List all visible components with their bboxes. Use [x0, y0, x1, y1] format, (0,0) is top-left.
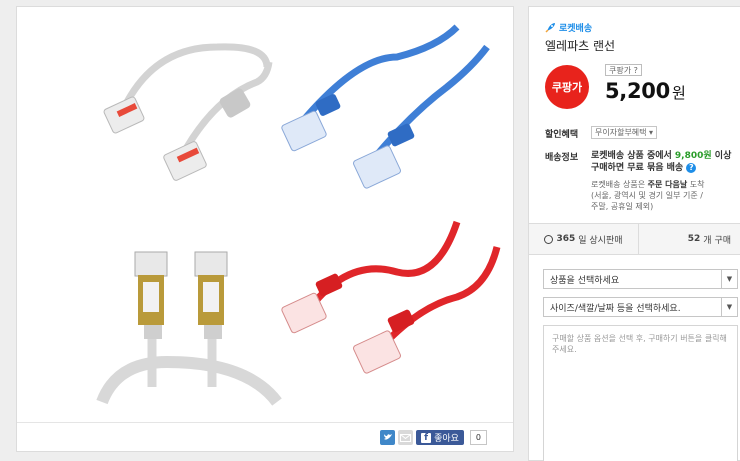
size-color-date-value: 사이즈/색깔/날짜 등을 선택하세요.: [550, 303, 681, 314]
price-currency: 원: [671, 84, 686, 102]
rocket-label: 로켓배송: [559, 24, 593, 34]
clock-icon: [544, 234, 554, 244]
like-count: 0: [469, 430, 487, 445]
selected-options-box: 구매할 상품 옵션을 선택 후, 구매하기 버튼을 클릭해주세요.: [543, 325, 738, 461]
twitter-icon: [383, 434, 392, 440]
discount-label: 할인혜택: [545, 130, 579, 140]
product-price: 5,200 원: [605, 79, 686, 103]
delivery-schedule-text: 로켓배송 상품은 주문 다음날 도착 (서울, 광역시 및 경기 일부 기준 /…: [591, 179, 739, 212]
schedule-note-1: (서울, 광역시 및 경기 일부 기준 /: [591, 191, 703, 200]
email-share-button[interactable]: [398, 430, 414, 445]
free-shipping-text: 로켓배송 상품 중에서 9,800원 이상 구매하면 무료 묶음 배송 ?: [591, 150, 740, 174]
facebook-like-button[interactable]: f 좋아요: [416, 430, 464, 445]
chevron-down-icon: ▼: [721, 270, 737, 288]
size-color-date-select[interactable]: 사이즈/색깔/날짜 등을 선택하세요. ▼: [543, 297, 738, 317]
product-info-panel: 로켓배송 엘레파츠 랜선 쿠팡가 쿠팡가 ? 5,200 원 할인혜택 무이자할부…: [528, 6, 740, 461]
mail-icon: [400, 433, 412, 442]
blue-cable-image: [281, 24, 490, 189]
product-name: 엘레파츠 랜선: [545, 39, 616, 53]
facebook-icon: f: [421, 432, 432, 443]
gray-cable-image: [103, 43, 273, 181]
red-cable-image: [281, 220, 501, 374]
purchase-count: 52: [687, 234, 701, 244]
twitter-share-button[interactable]: [380, 430, 396, 445]
purchase-count-suffix: 개 구매: [703, 235, 731, 246]
coupang-price-badge: 쿠팡가: [545, 65, 589, 109]
rocket-icon: [545, 23, 555, 33]
chevron-down-icon: ▼: [721, 298, 737, 316]
product-option-value: 상품을 선택하세요: [550, 275, 620, 286]
product-image-panel: f 좋아요 0: [16, 6, 514, 452]
purchase-count-stat: 52 개 구매: [639, 233, 740, 246]
shielded-cable-image: [96, 251, 282, 406]
sale-period-stat: 365 일 상시판매: [529, 224, 639, 254]
discount-select[interactable]: 무이자할부혜택 ▾: [591, 126, 658, 139]
rocket-delivery-badge: 로켓배송: [545, 21, 592, 34]
schedule-note-2: 주말, 공휴일 제외): [591, 202, 654, 211]
product-image[interactable]: [17, 7, 513, 419]
cable-illustration: [96, 24, 501, 406]
coupang-price-info-tag[interactable]: 쿠팡가 ?: [605, 64, 642, 76]
sale-days: 365: [556, 234, 576, 244]
ship-amount: 9,800원: [674, 151, 712, 161]
like-label: 좋아요: [434, 434, 459, 444]
sales-stats-bar: 365 일 상시판매 52 개 구매: [529, 223, 740, 255]
product-option-select[interactable]: 상품을 선택하세요 ▼: [543, 269, 738, 289]
shipping-label: 배송정보: [545, 153, 579, 163]
schedule-post: 도착: [687, 180, 705, 189]
ship-text-pre: 로켓배송 상품 중에서: [591, 151, 675, 161]
help-icon[interactable]: ?: [686, 162, 697, 173]
schedule-bold: 주문 다음날: [647, 180, 688, 189]
price-value: 5,200: [605, 79, 670, 103]
share-bar: f 좋아요 0: [17, 422, 513, 452]
schedule-pre: 로켓배송 상품은: [591, 180, 648, 189]
sale-days-suffix: 일 상시판매: [578, 235, 623, 246]
